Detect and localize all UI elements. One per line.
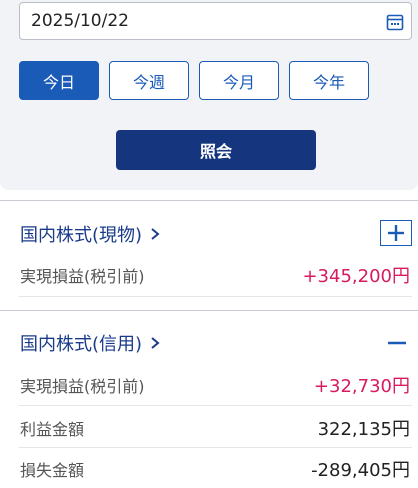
realized-pl-label: 実現損益(税引前): [20, 377, 145, 396]
section-title-margin[interactable]: 国内株式(信用): [20, 330, 160, 356]
section-title-spot[interactable]: 国内株式(現物): [20, 221, 160, 247]
loss-amount-label: 損失金額: [20, 461, 85, 480]
date-filter-panel: 2025/10/22 今日 今週 今月 今年 照会: [0, 0, 418, 190]
range-month-button[interactable]: 今月: [199, 61, 279, 100]
section-divider: [0, 310, 418, 311]
range-year-button[interactable]: 今年: [289, 61, 369, 100]
range-week-button[interactable]: 今週: [109, 61, 189, 100]
realized-pl-value: +345,200円: [302, 266, 410, 287]
plus-icon: [388, 225, 404, 241]
range-today-button[interactable]: 今日: [19, 61, 99, 100]
calendar-icon[interactable]: [386, 13, 404, 31]
loss-amount-value: -289,405円: [311, 460, 410, 481]
section-divider: [0, 200, 418, 201]
row-divider: [19, 296, 412, 297]
collapse-button[interactable]: [382, 330, 412, 356]
section-title-label: 国内株式(信用): [20, 334, 143, 355]
realized-pl-value: +32,730円: [313, 376, 410, 397]
date-input[interactable]: 2025/10/22: [19, 2, 412, 40]
date-value: 2025/10/22: [31, 11, 129, 31]
chevron-right-icon: [151, 337, 160, 349]
row-divider: [19, 405, 412, 406]
row-divider: [19, 447, 412, 448]
realized-pl-label: 実現損益(税引前): [20, 267, 145, 286]
profit-amount-label: 利益金額: [20, 420, 85, 439]
minus-icon: [388, 341, 406, 345]
section-title-label: 国内株式(現物): [20, 225, 143, 246]
profit-amount-value: 322,135円: [317, 419, 410, 440]
expand-button[interactable]: [380, 220, 412, 246]
query-button[interactable]: 照会: [116, 130, 316, 170]
chevron-right-icon: [151, 228, 160, 240]
